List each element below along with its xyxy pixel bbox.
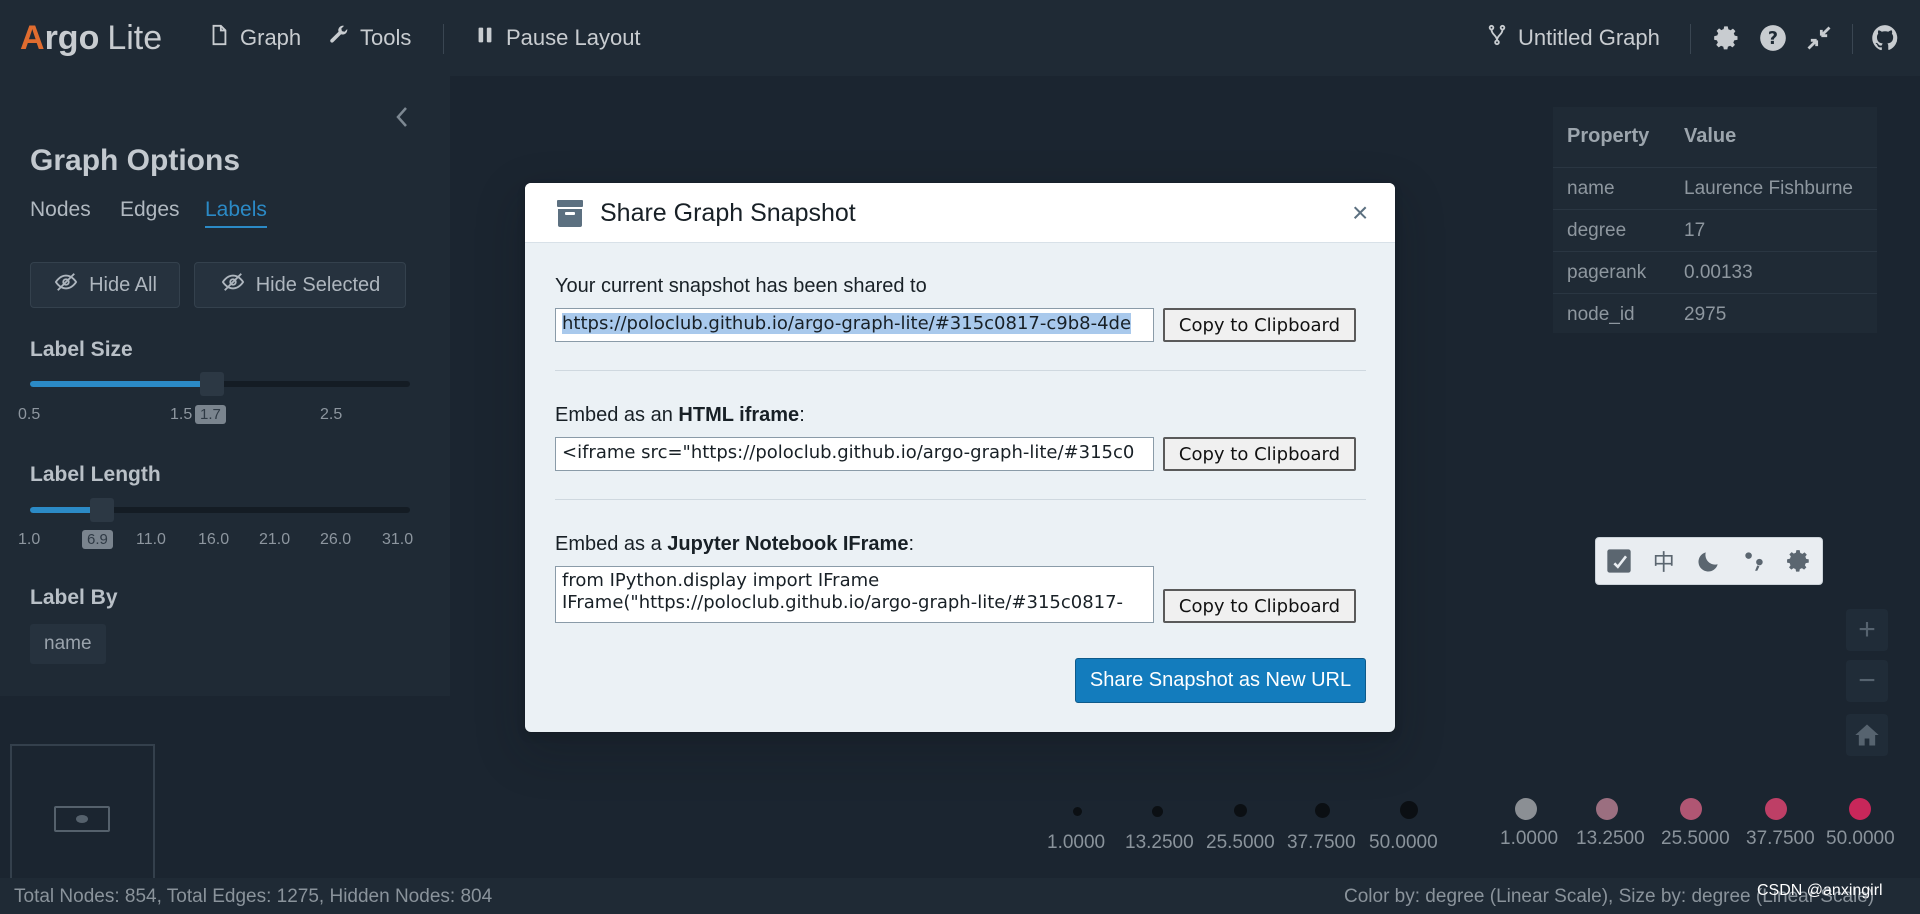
divider (555, 499, 1366, 500)
label-suffix: : (799, 404, 805, 426)
jupyter-code-field[interactable]: from IPython.display import IFrame IFram… (555, 566, 1154, 623)
divider (555, 370, 1366, 371)
label-emphasis: Jupyter Notebook IFrame (667, 533, 909, 555)
copy-iframe-button[interactable]: Copy to Clipboard (1163, 437, 1356, 471)
iframe-embed-label: Embed as an HTML iframe: (555, 404, 805, 427)
iframe-code-field[interactable]: <iframe src="https://poloclub.github.io/… (555, 437, 1154, 471)
close-icon[interactable]: × (1352, 197, 1368, 229)
shared-url-label: Your current snapshot has been shared to (555, 275, 927, 297)
shared-url-field[interactable]: https://poloclub.github.io/argo-graph-li… (555, 308, 1154, 342)
jupyter-embed-label: Embed as a Jupyter Notebook IFrame: (555, 533, 914, 556)
share-snapshot-dialog: Share Graph Snapshot × Your current snap… (525, 183, 1395, 732)
share-new-url-button[interactable]: Share Snapshot as New URL (1075, 658, 1366, 703)
archive-icon (554, 197, 586, 229)
label-suffix: : (908, 533, 915, 555)
label-prefix: Embed as a (555, 533, 668, 555)
selected-url-text: https://poloclub.github.io/argo-graph-li… (562, 313, 1132, 334)
copy-url-button[interactable]: Copy to Clipboard (1163, 308, 1356, 342)
copy-jupyter-button[interactable]: Copy to Clipboard (1163, 589, 1356, 623)
dialog-header: Share Graph Snapshot × (525, 183, 1395, 243)
label-emphasis: HTML iframe (678, 404, 800, 426)
label-prefix: Embed as an (555, 404, 679, 426)
dialog-title: Share Graph Snapshot (600, 199, 856, 227)
